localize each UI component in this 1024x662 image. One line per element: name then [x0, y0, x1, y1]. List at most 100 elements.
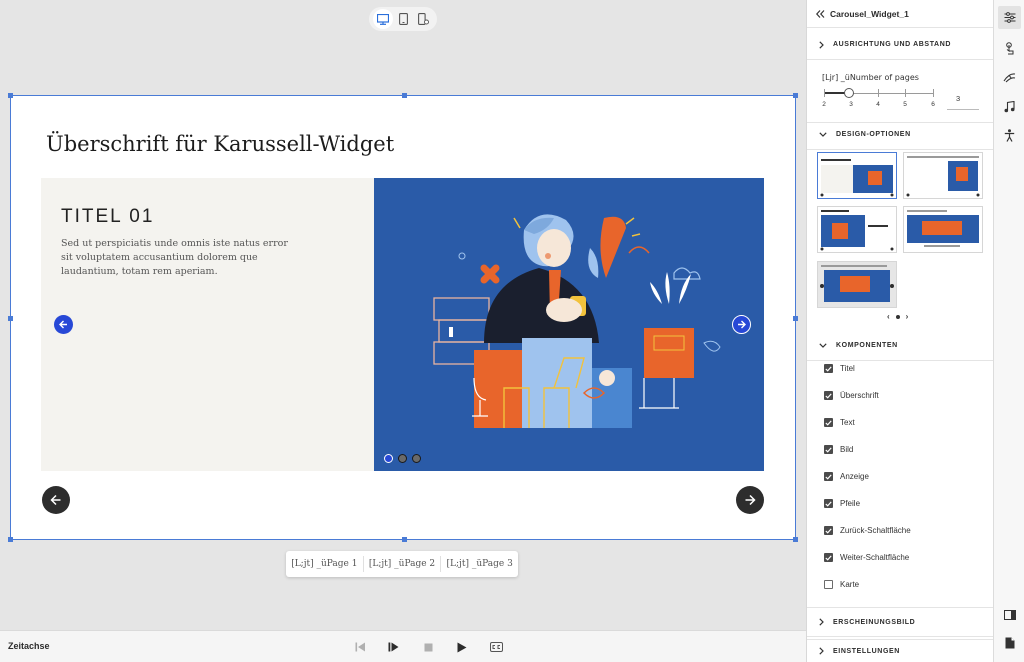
- checkbox[interactable]: [824, 553, 833, 562]
- design-preview-graphic: [820, 210, 894, 251]
- illustration-graphic: [433, 214, 721, 428]
- skip-back-icon: [355, 642, 365, 652]
- slide-image[interactable]: [374, 178, 764, 471]
- step-play-icon: [388, 642, 398, 652]
- animation-tab[interactable]: [998, 66, 1021, 89]
- component-checkbox-row[interactable]: Weiter-Schaltfläche: [824, 553, 909, 562]
- tablet-preview-button[interactable]: [393, 9, 413, 29]
- tick-label: 3: [849, 101, 853, 108]
- music-note-icon: [1004, 100, 1015, 112]
- section-alignment[interactable]: AUSRICHTUNG UND ABSTAND: [807, 30, 994, 60]
- design-thumbnail[interactable]: [817, 206, 897, 253]
- interactions-tab[interactable]: [998, 37, 1021, 60]
- checkbox[interactable]: [824, 364, 833, 373]
- indicator-dot[interactable]: [412, 454, 421, 463]
- component-checkbox-row[interactable]: Pfeile: [824, 499, 860, 508]
- skip-back-button[interactable]: [353, 640, 367, 654]
- selection-handle[interactable]: [793, 537, 798, 542]
- page-tab-3[interactable]: [L;jt] _üPage 3: [441, 556, 518, 572]
- component-checkbox-row[interactable]: Zurück-Schaltfläche: [824, 526, 911, 535]
- timeline-label[interactable]: Zeitachse: [8, 641, 50, 651]
- accessibility-tab[interactable]: [998, 124, 1021, 147]
- properties-tab[interactable]: [998, 6, 1021, 29]
- component-checkbox-row[interactable]: Titel: [824, 364, 855, 373]
- checkbox[interactable]: [824, 499, 833, 508]
- selection-handle[interactable]: [793, 316, 798, 321]
- pages-value-field[interactable]: 3: [956, 94, 960, 103]
- mobile-preview-button[interactable]: [413, 9, 433, 29]
- page-tab-2[interactable]: [L;jt] _üPage 2: [364, 556, 442, 572]
- mobile-icon: [417, 13, 429, 25]
- next-arrow[interactable]: [732, 315, 751, 334]
- selection-handle[interactable]: [402, 93, 407, 98]
- section-components[interactable]: KOMPONENTEN: [807, 331, 994, 361]
- slider-tick: [905, 89, 906, 97]
- pages-slider-thumb[interactable]: [844, 88, 854, 98]
- chevron-right-icon: [819, 40, 824, 49]
- selection-handle[interactable]: [8, 316, 13, 321]
- component-label: Anzeige: [840, 472, 869, 481]
- chevron-right-icon[interactable]: ›: [906, 312, 909, 321]
- stop-button[interactable]: [421, 640, 435, 654]
- selection-handle[interactable]: [8, 93, 13, 98]
- section-label: AUSRICHTUNG UND ABSTAND: [833, 41, 952, 48]
- collapse-panel-icon[interactable]: [816, 9, 825, 18]
- checkmark-icon: [825, 365, 832, 372]
- checkmark-icon: [825, 554, 832, 561]
- tablet-icon: [398, 13, 408, 25]
- carousel-heading[interactable]: Überschrift für Karussell-Widget: [46, 132, 394, 156]
- chevron-down-icon: [819, 343, 827, 348]
- arrow-left-icon: [59, 320, 67, 329]
- back-button[interactable]: [42, 486, 70, 514]
- slide-body-text[interactable]: Sed ut perspiciatis unde omnis iste natu…: [61, 237, 301, 279]
- component-checkbox-row[interactable]: Bild: [824, 445, 853, 454]
- slide-title[interactable]: TITEL 01: [61, 206, 154, 228]
- checkbox[interactable]: [824, 472, 833, 481]
- indicator-dot[interactable]: [384, 454, 393, 463]
- design-thumbnail[interactable]: [903, 152, 983, 199]
- forward-button[interactable]: [736, 486, 764, 514]
- checkbox[interactable]: [824, 526, 833, 535]
- desktop-icon: [377, 13, 389, 25]
- play-button[interactable]: [455, 640, 469, 654]
- indicator-dot[interactable]: [398, 454, 407, 463]
- pagination-dot[interactable]: [895, 314, 900, 319]
- selection-handle[interactable]: [793, 93, 798, 98]
- component-checkbox-row[interactable]: Text: [824, 418, 855, 427]
- prev-arrow[interactable]: [54, 315, 73, 334]
- section-label: ERSCHEINUNGSBILD: [833, 618, 916, 626]
- checkbox[interactable]: [824, 445, 833, 454]
- design-preview-graphic: [906, 156, 980, 197]
- design-thumbnail[interactable]: [903, 206, 983, 253]
- audio-tab[interactable]: [998, 95, 1021, 118]
- carousel-widget[interactable]: Überschrift für Karussell-Widget TITEL 0…: [8, 93, 798, 542]
- page-tab-1[interactable]: [L;jt] _üPage 1: [286, 556, 364, 572]
- document-tab[interactable]: [998, 631, 1021, 654]
- captions-button[interactable]: [489, 640, 503, 654]
- panel-layout-tab[interactable]: [998, 603, 1021, 626]
- checkbox[interactable]: [824, 391, 833, 400]
- selection-handle[interactable]: [8, 537, 13, 542]
- desktop-preview-button[interactable]: [373, 9, 393, 29]
- design-thumbnail[interactable]: [817, 152, 897, 199]
- component-checkbox-row[interactable]: Überschrift: [824, 391, 879, 400]
- section-settings[interactable]: EINSTELLUNGEN: [807, 639, 994, 662]
- chevron-left-icon[interactable]: ‹: [887, 312, 890, 321]
- right-tool-rail: [993, 0, 1024, 662]
- step-play-button[interactable]: [386, 640, 400, 654]
- selection-handle[interactable]: [402, 537, 407, 542]
- slider-tick: [878, 89, 879, 97]
- checkbox[interactable]: [824, 418, 833, 427]
- touch-icon: [1006, 42, 1014, 55]
- design-thumbnail[interactable]: [817, 261, 897, 308]
- stop-icon: [424, 643, 432, 651]
- section-design-options[interactable]: DESIGN-OPTIONEN: [807, 120, 994, 150]
- slider-tick: [824, 89, 825, 97]
- sliders-icon: [1004, 12, 1015, 23]
- checkbox[interactable]: [824, 580, 833, 589]
- component-checkbox-row[interactable]: Anzeige: [824, 472, 869, 481]
- component-checkbox-row[interactable]: Karte: [824, 580, 859, 589]
- animation-icon: [1003, 73, 1016, 83]
- checkmark-icon: [825, 500, 832, 507]
- section-appearance[interactable]: ERSCHEINUNGSBILD: [807, 607, 994, 637]
